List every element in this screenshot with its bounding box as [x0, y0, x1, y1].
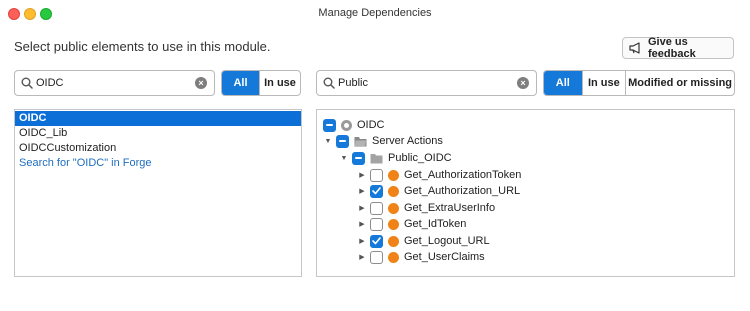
server-action-icon [388, 235, 399, 247]
tree-checkbox[interactable] [336, 134, 349, 148]
search-icon [21, 77, 33, 89]
expand-arrow-icon[interactable]: ▶ [357, 204, 367, 212]
search-in-forge-link[interactable]: Search for "OIDC" in Forge [15, 156, 301, 171]
expand-arrow-icon[interactable]: ▶ [357, 187, 367, 195]
tree-node-label: Public_OIDC [388, 152, 452, 164]
tree-node-label: Get_UserClaims [404, 251, 485, 263]
tree-node-oidc[interactable]: OIDC [323, 117, 385, 133]
tree-checkbox[interactable] [323, 118, 336, 132]
element-tree: OIDC ▼ Server Actions ▼ Public_OIDC ▶ Ge… [316, 109, 735, 277]
checkmark-icon [372, 237, 381, 245]
give-feedback-button[interactable]: Give us feedback [622, 36, 734, 60]
tree-node-label: Get_AuthorizationToken [404, 169, 522, 181]
tree-node-action[interactable]: ▶ Get_ExtraUserInfo [357, 200, 495, 216]
expand-arrow-icon[interactable]: ▶ [357, 237, 367, 245]
tree-node-label: Get_ExtraUserInfo [404, 202, 496, 214]
expand-arrow-icon[interactable]: ▶ [357, 171, 367, 179]
tree-node-label: Get_Logout_URL [404, 235, 490, 247]
tree-node-action[interactable]: ▶ Get_UserClaims [357, 249, 485, 265]
tree-checkbox[interactable] [370, 168, 383, 182]
window-title: Manage Dependencies [318, 7, 432, 19]
server-action-icon [388, 185, 399, 197]
folder-icon [354, 136, 367, 146]
filter-modified-or-missing-button[interactable]: Modified or missing [625, 71, 734, 95]
element-search-input[interactable]: Public × [316, 70, 537, 96]
filter-in-use-button[interactable]: In use [581, 71, 626, 95]
tree-node-label: Get_Authorization_URL [404, 185, 521, 197]
element-search-value: Public [338, 77, 368, 89]
folder-icon [370, 153, 383, 163]
module-filter-segmented: All In use [221, 70, 301, 96]
tree-checkbox[interactable] [370, 201, 383, 215]
megaphone-icon [629, 42, 640, 54]
title-bar: Manage Dependencies [0, 0, 750, 28]
collapse-arrow-icon[interactable]: ▼ [323, 138, 333, 145]
tree-node-label: OIDC [357, 119, 385, 131]
element-filter-segmented: All In use Modified or missing [543, 70, 735, 96]
filter-all-button[interactable]: All [544, 71, 582, 95]
expand-arrow-icon[interactable]: ▶ [357, 253, 367, 261]
server-action-icon [388, 202, 399, 214]
tree-node-public-oidc[interactable]: ▼ Public_OIDC [339, 150, 452, 166]
filter-all-button[interactable]: All [222, 71, 260, 95]
search-icon [323, 77, 335, 89]
instruction-text: Select public elements to use in this mo… [14, 39, 271, 54]
clear-icon[interactable]: × [517, 77, 529, 89]
give-feedback-label: Give us feedback [648, 36, 696, 60]
tree-node-action[interactable]: ▶ Get_Logout_URL [357, 233, 490, 249]
list-item[interactable]: OIDCCustomization [15, 141, 301, 156]
module-results-list: OIDC OIDC_Lib OIDCCustomization Search f… [14, 109, 302, 277]
tree-node-action[interactable]: ▶ Get_Authorization_URL [357, 183, 520, 199]
server-action-icon [388, 251, 399, 263]
tree-checkbox[interactable] [370, 250, 383, 264]
tree-checkbox[interactable] [370, 217, 383, 231]
server-action-icon [388, 218, 399, 230]
tree-node-label: Server Actions [372, 135, 443, 147]
filter-in-use-button[interactable]: In use [259, 71, 300, 95]
tree-node-action[interactable]: ▶ Get_AuthorizationToken [357, 167, 521, 183]
checkmark-icon [372, 187, 381, 195]
tree-checkbox-checked[interactable] [370, 184, 383, 198]
tree-checkbox-checked[interactable] [370, 234, 383, 248]
module-search-value: OIDC [36, 77, 64, 89]
tree-checkbox[interactable] [352, 151, 365, 165]
collapse-arrow-icon[interactable]: ▼ [339, 155, 349, 162]
list-item[interactable]: OIDC_Lib [15, 126, 301, 141]
tree-node-action[interactable]: ▶ Get_IdToken [357, 216, 466, 232]
list-item[interactable]: OIDC [15, 111, 301, 126]
tree-node-label: Get_IdToken [404, 218, 467, 230]
expand-arrow-icon[interactable]: ▶ [357, 220, 367, 228]
module-search-input[interactable]: OIDC × [14, 70, 215, 96]
server-action-icon [388, 169, 399, 181]
clear-icon[interactable]: × [195, 77, 207, 89]
tree-node-server-actions[interactable]: ▼ Server Actions [323, 133, 443, 149]
module-icon [341, 119, 352, 131]
